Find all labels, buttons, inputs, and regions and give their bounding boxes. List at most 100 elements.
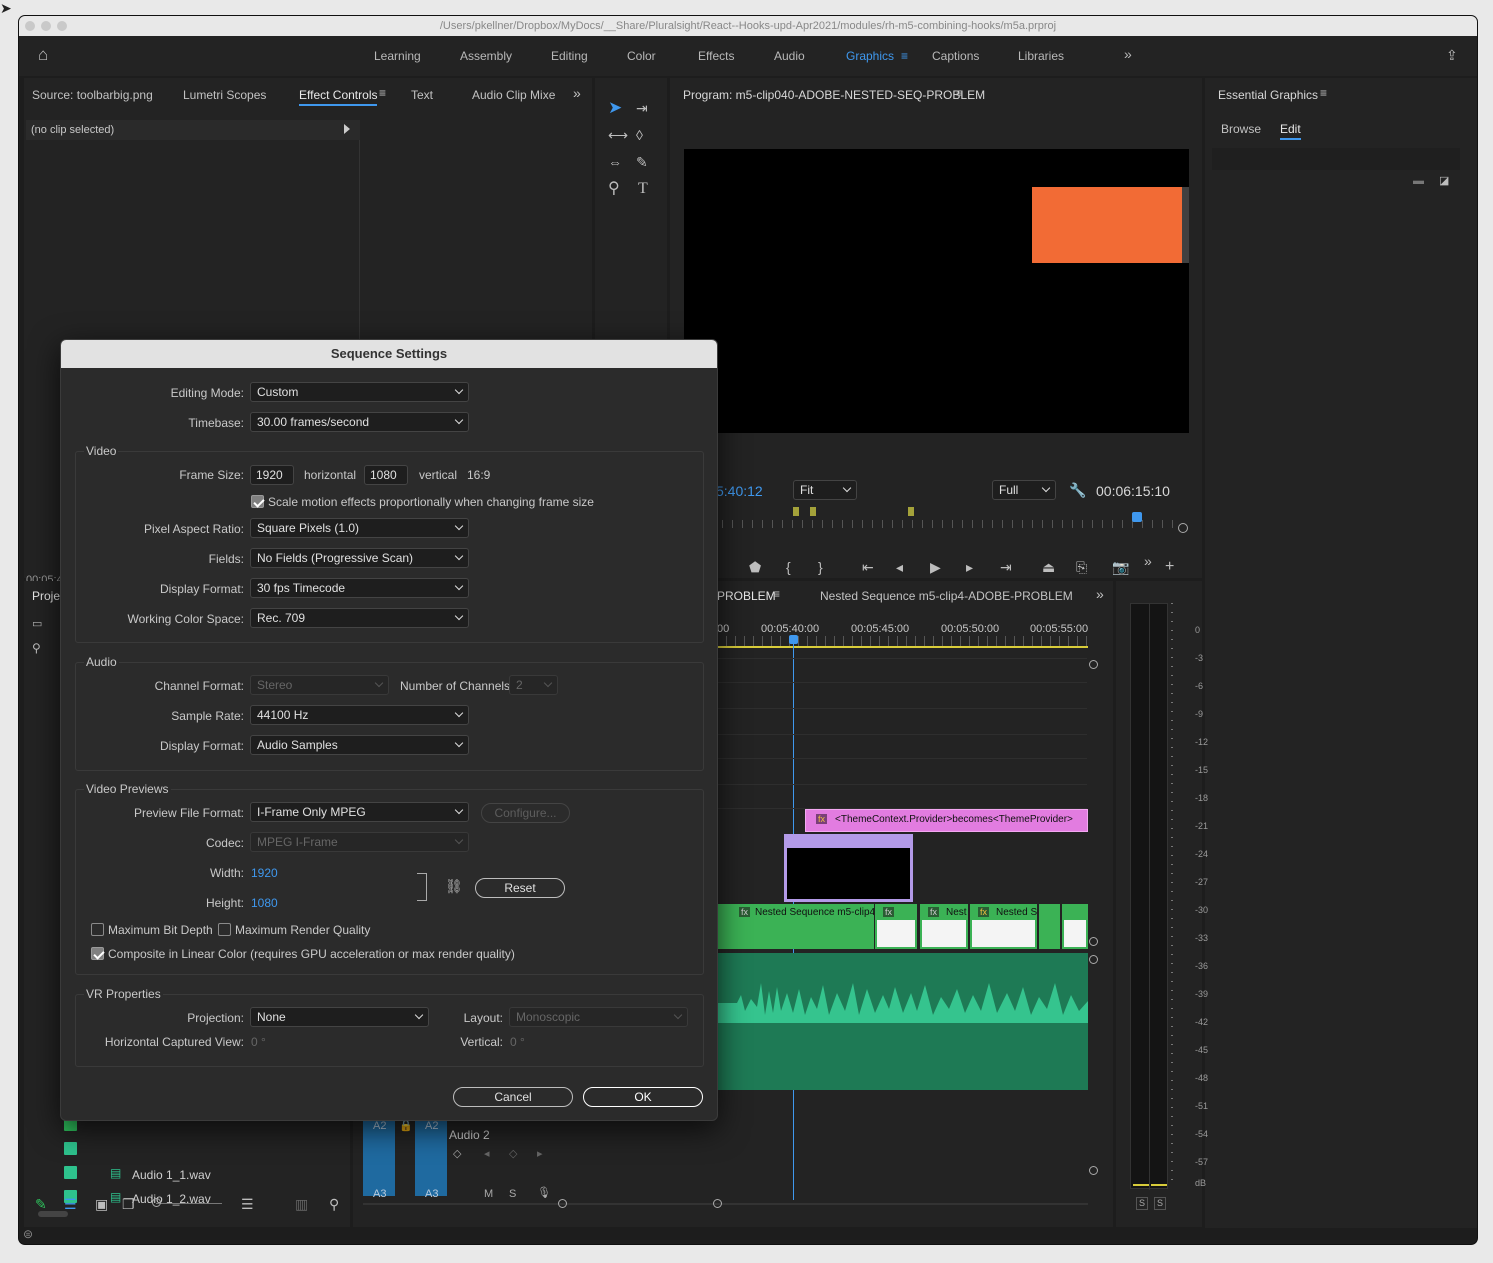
work-area-bar[interactable] — [717, 646, 1088, 648]
timeline-clip[interactable]: fx RightSide_Long_Orange — [784, 834, 913, 902]
timeline-clip[interactable] — [1062, 904, 1088, 949]
tab-project[interactable]: Proje — [32, 589, 60, 603]
zoom-tool-icon[interactable]: ⚲ — [608, 181, 620, 197]
zoom-slider[interactable] — [156, 1203, 222, 1204]
vertical-scroll-handle[interactable] — [1089, 955, 1098, 964]
more-timelines-icon[interactable]: » — [1096, 586, 1104, 602]
program-current-timecode[interactable]: 5:40:12 — [716, 483, 763, 499]
tab-nested-sequence[interactable]: Nested Sequence m5-clip4-ADOBE-PROBLEM — [820, 589, 1073, 603]
minimize-window-icon[interactable] — [41, 21, 51, 31]
pencil-icon[interactable]: ✎ — [35, 1197, 47, 1211]
share-icon[interactable]: ⇪ — [1446, 48, 1458, 62]
zoom-window-icon[interactable] — [57, 21, 67, 31]
tab-edit[interactable]: Edit — [1280, 122, 1301, 140]
projection-select[interactable]: None — [250, 1007, 429, 1027]
close-window-icon[interactable] — [25, 21, 35, 31]
workspace-captions[interactable]: Captions — [932, 49, 979, 63]
quality-select[interactable]: Full — [992, 480, 1056, 500]
more-workspaces-icon[interactable]: » — [1124, 46, 1132, 62]
timeline-clip[interactable]: fx Nested Sequence m5-clip4 — [717, 904, 874, 949]
preview-width-value[interactable]: 1920 — [251, 866, 278, 880]
add-keyframe-icon[interactable]: ◇ — [509, 1147, 517, 1160]
next-keyframe-icon[interactable]: ▸ — [537, 1147, 543, 1160]
solo-right-button[interactable]: S — [1154, 1197, 1166, 1210]
fields-select[interactable]: No Fields (Progressive Scan) — [250, 548, 469, 568]
ok-button[interactable]: OK — [583, 1087, 703, 1107]
add-marker-icon[interactable]: ⬟ — [749, 560, 761, 574]
sample-rate-select[interactable]: 44100 Hz — [250, 705, 469, 725]
editing-mode-select[interactable]: Custom — [250, 382, 469, 402]
cancel-button[interactable]: Cancel — [453, 1087, 573, 1107]
go-to-out-icon[interactable]: ⇥ — [1000, 560, 1012, 574]
marker[interactable] — [908, 507, 914, 516]
export-frame-icon[interactable]: 📷 — [1112, 560, 1129, 574]
program-playhead[interactable] — [1132, 512, 1142, 522]
workspace-libraries[interactable]: Libraries — [1018, 49, 1064, 63]
automate-icon[interactable]: ▥ — [295, 1197, 308, 1211]
pen-tool-icon[interactable]: ✎ — [636, 155, 648, 169]
program-menu-icon[interactable]: ≡ — [956, 86, 963, 100]
razor-tool-icon[interactable]: ◊ — [636, 128, 643, 142]
vertical-scroll-handle[interactable] — [1089, 660, 1098, 669]
tab-timeline-active[interactable]: PROBLEM — [717, 589, 776, 603]
frame-height-input[interactable]: 1080 — [364, 465, 408, 485]
step-back-icon[interactable]: ◂ — [896, 560, 903, 574]
list-view-icon[interactable]: ☰ — [64, 1197, 77, 1211]
audio-clip[interactable] — [717, 953, 1088, 1090]
new-layer-icon[interactable]: ◪ — [1439, 174, 1449, 188]
video-display-format-select[interactable]: 30 fps Timecode — [250, 578, 469, 598]
folder-icon[interactable]: ▭ — [32, 617, 42, 631]
timeline-clip[interactable] — [1039, 904, 1060, 949]
more-buttons-icon[interactable]: » — [1144, 554, 1152, 568]
tab-text[interactable]: Text — [411, 88, 433, 102]
sort-icon[interactable]: ☰ — [241, 1197, 254, 1211]
fit-select[interactable]: Fit — [793, 480, 857, 500]
tab-audio-clip-mixer[interactable]: Audio Clip Mixe — [472, 88, 555, 102]
program-mini-ruler[interactable] — [722, 520, 1182, 528]
tab-effect-controls[interactable]: Effect Controls — [299, 88, 378, 106]
scale-motion-checkbox[interactable] — [251, 495, 264, 508]
workspace-color[interactable]: Color — [627, 49, 656, 63]
link-icon[interactable]: ⛓ — [445, 878, 463, 895]
icon-view-icon[interactable]: ▣ — [95, 1197, 108, 1211]
wrench-icon[interactable]: 🔧 — [1069, 483, 1086, 497]
preview-height-value[interactable]: 1080 — [251, 896, 278, 910]
workspace-effects[interactable]: Effects — [698, 49, 734, 63]
project-item[interactable]: Audio 1_1.wav — [132, 1168, 211, 1182]
color-space-select[interactable]: Rec. 709 — [250, 608, 469, 628]
track-a2-source[interactable]: A2 — [363, 1116, 395, 1196]
zoom-slider-handle[interactable] — [152, 1198, 161, 1207]
workspace-graphics[interactable]: Graphics — [846, 49, 894, 63]
zoom-handle[interactable] — [1178, 523, 1188, 533]
pixel-aspect-select[interactable]: Square Pixels (1.0) — [250, 518, 469, 538]
play-icon[interactable]: ▶ — [930, 560, 941, 574]
mark-out-icon[interactable]: } — [818, 560, 823, 574]
prev-keyframe-icon[interactable]: ◂ — [484, 1147, 490, 1160]
selection-tool-icon[interactable]: ➤ — [608, 99, 622, 116]
tab-browse[interactable]: Browse — [1221, 122, 1261, 136]
home-icon[interactable]: ⌂ — [38, 46, 48, 63]
timeline-clip[interactable]: fx Nest — [920, 904, 968, 949]
freeform-view-icon[interactable]: ❐ — [122, 1197, 135, 1211]
workspace-audio[interactable]: Audio — [774, 49, 805, 63]
type-tool-icon[interactable]: T — [638, 181, 648, 197]
timeline-clip[interactable]: fx — [875, 904, 917, 949]
preview-file-format-select[interactable]: I-Frame Only MPEG — [250, 802, 469, 822]
composite-linear-checkbox[interactable] — [91, 947, 104, 960]
go-to-in-icon[interactable]: ⇤ — [862, 560, 874, 574]
vertical-scroll-handle[interactable] — [1089, 1166, 1098, 1175]
track-a2-target[interactable]: A2 — [415, 1116, 447, 1196]
mark-in-icon[interactable]: { — [786, 560, 791, 574]
ripple-edit-tool-icon[interactable]: ⟷ — [608, 128, 628, 142]
find-icon[interactable]: ⚲ — [329, 1197, 339, 1211]
lift-icon[interactable]: ⏏ — [1042, 560, 1055, 574]
slip-tool-icon[interactable]: ⇔ — [608, 155, 622, 169]
vertical-scroll-handle[interactable] — [1089, 937, 1098, 946]
timeline-ruler[interactable] — [717, 636, 1088, 646]
step-forward-icon[interactable]: ▸ — [966, 560, 973, 574]
playhead-handle[interactable] — [789, 635, 798, 644]
reset-button[interactable]: Reset — [475, 878, 565, 898]
timeline-horizontal-scroll[interactable] — [363, 1199, 1088, 1209]
timeline-clip[interactable]: fx <ThemeContext.Provider>becomes<ThemeP… — [805, 809, 1088, 832]
tab-lumetri-scopes[interactable]: Lumetri Scopes — [183, 88, 266, 102]
